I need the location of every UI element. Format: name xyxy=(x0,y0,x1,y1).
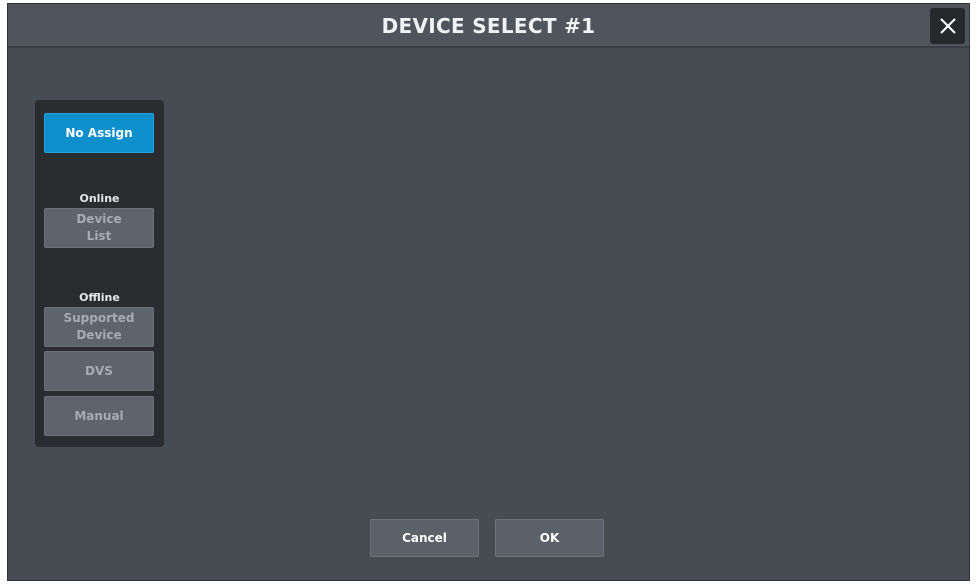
close-button[interactable] xyxy=(930,8,965,44)
device-list-button[interactable]: Device List xyxy=(44,208,154,248)
dialog-title: DEVICE SELECT #1 xyxy=(381,14,596,38)
dvs-button[interactable]: DVS xyxy=(44,351,154,391)
device-select-dialog: DEVICE SELECT #1 No Assign Online Device… xyxy=(7,3,970,581)
supported-device-button[interactable]: Supported Device xyxy=(44,307,154,347)
ok-button[interactable]: OK xyxy=(495,519,604,557)
no-assign-button[interactable]: No Assign xyxy=(44,113,154,153)
close-icon xyxy=(940,18,956,34)
online-section-label: Online xyxy=(79,192,120,205)
manual-button[interactable]: Manual xyxy=(44,396,154,436)
device-type-panel: No Assign Online Device List Offline Sup… xyxy=(35,100,164,447)
offline-section-label: Offline xyxy=(79,291,120,304)
title-bar: DEVICE SELECT #1 xyxy=(8,4,969,48)
cancel-button[interactable]: Cancel xyxy=(370,519,479,557)
